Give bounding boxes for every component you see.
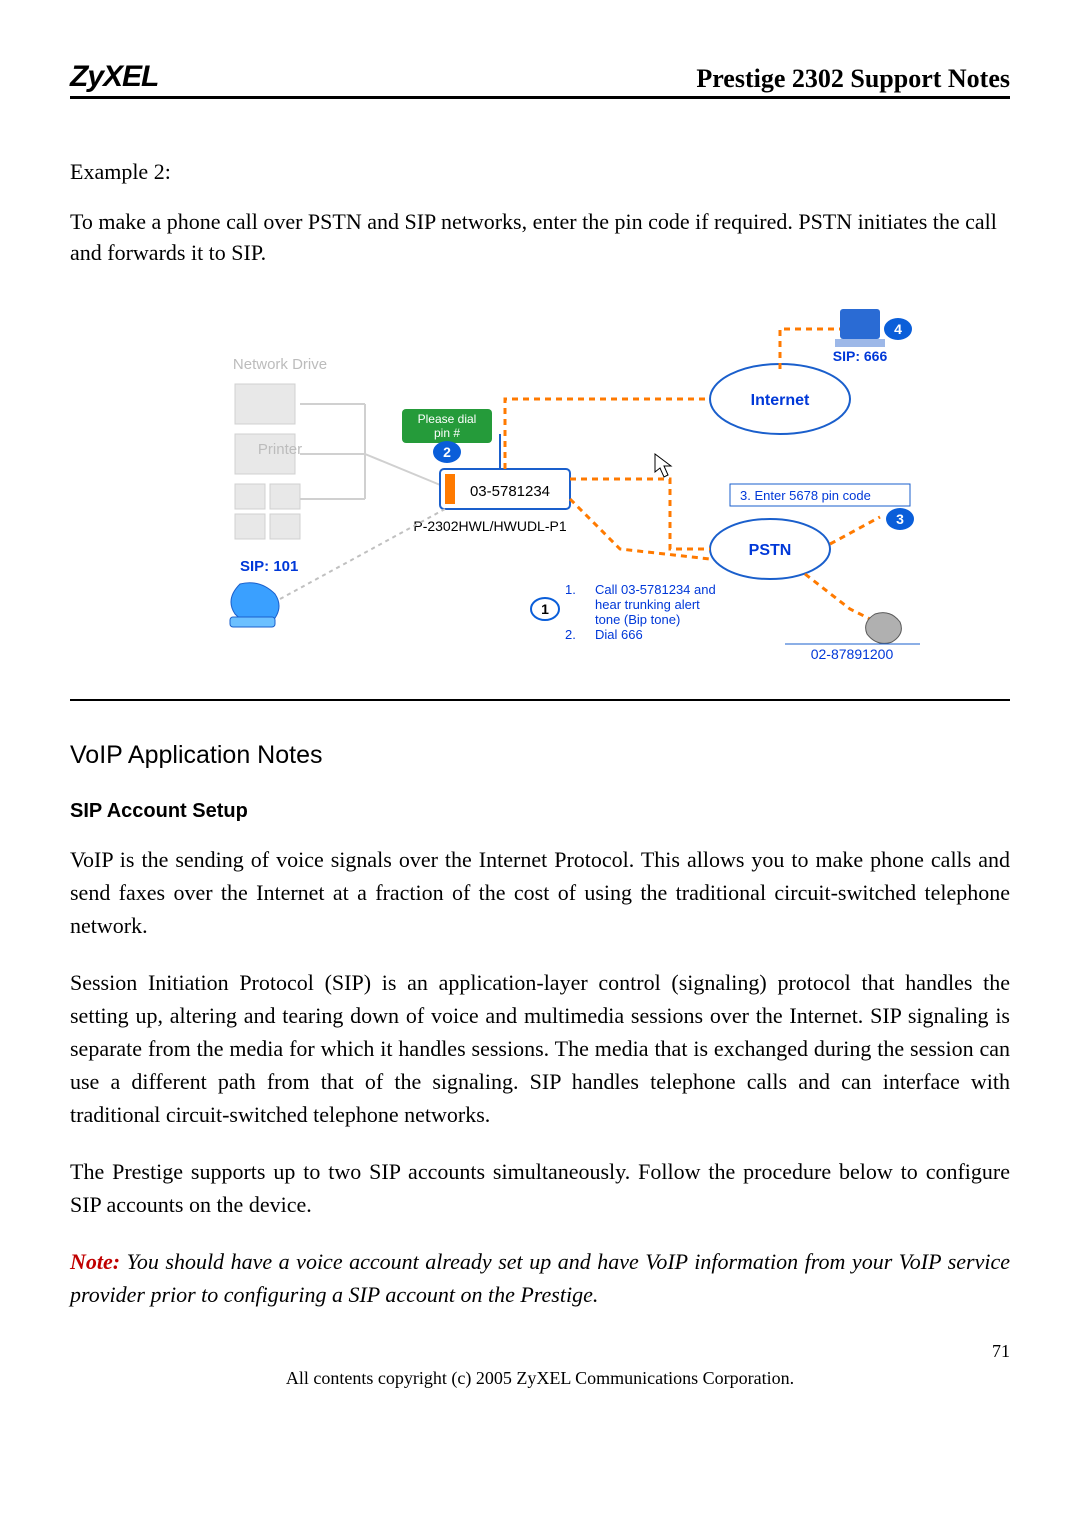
enter-pin-label: 3. Enter 5678 pin code	[740, 488, 871, 503]
section-divider	[70, 699, 1010, 701]
badge-3: 3	[896, 511, 904, 527]
note-label: Note:	[70, 1249, 120, 1274]
step-1-line1: Call 03-5781234 and	[595, 582, 716, 597]
page-number: 71	[70, 1341, 1010, 1362]
note-body: You should have a voice account already …	[70, 1249, 1010, 1307]
example-label: Example 2:	[70, 159, 1010, 185]
sip-setup-heading: SIP Account Setup	[70, 800, 1010, 823]
badge-1: 1	[541, 601, 549, 617]
please-dial-label: Please dial	[418, 412, 477, 426]
document-title: Prestige 2302 Support Notes	[696, 64, 1010, 94]
router-phone-number: 03-5781234	[470, 483, 550, 500]
step-1-line3: tone (Bip tone)	[595, 612, 680, 627]
step-2-num: 2.	[565, 627, 576, 642]
sip-666-label: SIP: 666	[833, 348, 888, 364]
voip-paragraph-3: The Prestige supports up to two SIP acco…	[70, 1155, 1010, 1221]
sip-101-label: SIP: 101	[240, 558, 298, 575]
note-paragraph: Note: You should have a voice account al…	[70, 1245, 1010, 1311]
step-1-line2: hear trunking alert	[595, 597, 700, 612]
brand-logo: ZyXEL	[70, 60, 158, 94]
network-drive-label: Network Drive	[233, 356, 327, 373]
voip-notes-heading: VoIP Application Notes	[70, 741, 1010, 770]
pin-hash-label: pin #	[434, 426, 460, 440]
badge-2: 2	[443, 444, 451, 460]
voip-paragraph-1: VoIP is the sending of voice signals ove…	[70, 843, 1010, 942]
page-header: ZyXEL Prestige 2302 Support Notes	[70, 60, 1010, 99]
voip-paragraph-2: Session Initiation Protocol (SIP) is an …	[70, 966, 1010, 1131]
printer-label: Printer	[258, 441, 302, 458]
copyright-footer: All contents copyright (c) 2005 ZyXEL Co…	[70, 1368, 1010, 1389]
pstn-phone-icon	[866, 612, 902, 643]
internet-label: Internet	[751, 392, 810, 409]
step-1-num: 1.	[565, 582, 576, 597]
page: ZyXEL Prestige 2302 Support Notes Exampl…	[0, 0, 1080, 1429]
badge-4: 4	[894, 321, 902, 337]
router-model-label: P-2302HWL/HWUDL-P1	[413, 518, 566, 534]
pstn-phone-number: 02-87891200	[811, 646, 894, 662]
step-2-line1: Dial 666	[595, 627, 643, 642]
network-diagram: Network Drive Printer 03-5781234 P-2302H…	[140, 299, 940, 669]
cursor-icon	[655, 454, 671, 477]
pstn-label: PSTN	[749, 542, 792, 559]
example-body-text: To make a phone call over PSTN and SIP n…	[70, 207, 1010, 269]
